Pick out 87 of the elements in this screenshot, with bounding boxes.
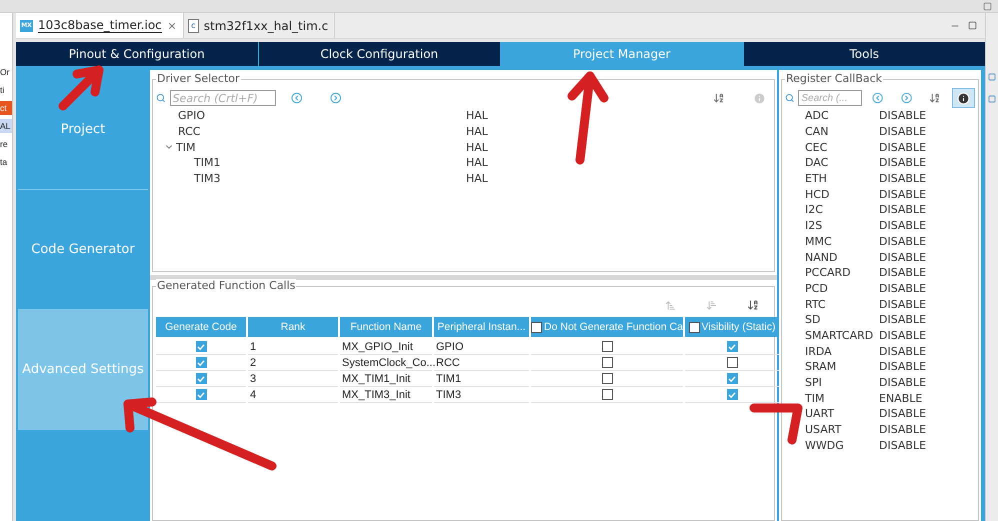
callback-state: DISABLE xyxy=(879,344,928,358)
callback-state: DISABLE xyxy=(879,423,928,436)
callback-state: DISABLE xyxy=(879,266,928,280)
peripheral-name: SRAM xyxy=(805,360,838,374)
peripheral-name: ADC xyxy=(805,109,830,122)
driver-name: RCC xyxy=(178,125,200,138)
driver-value: HAL xyxy=(466,172,489,186)
driver-value: HAL xyxy=(466,156,489,170)
panel-title: Register CallBack xyxy=(785,72,884,86)
callback-state: DISABLE xyxy=(879,438,928,452)
peripheral-name: DAC xyxy=(805,156,830,170)
table-cell: TIM1 xyxy=(434,371,529,387)
table-cell: 3 xyxy=(248,371,338,387)
main-tab[interactable]: Pinout & Configuration xyxy=(16,42,258,66)
column-header[interactable]: Function Name xyxy=(340,317,432,337)
table-cell: MX_GPIO_Init xyxy=(340,339,432,355)
outline-text: AL xyxy=(0,119,12,133)
search-field[interactable]: Search (... xyxy=(798,90,862,106)
column-header[interactable]: Rank xyxy=(248,317,338,337)
outline-text: ta xyxy=(0,156,8,169)
table-cell: RCC xyxy=(434,355,529,371)
peripheral-name: UART xyxy=(805,407,836,420)
peripheral-name: I2C xyxy=(805,203,824,216)
table-cell: MX_TIM3_Init xyxy=(340,387,432,403)
callback-state: DISABLE xyxy=(879,188,928,201)
callback-state: DISABLE xyxy=(879,156,928,170)
table-cell: 1 xyxy=(248,339,338,355)
outline-text: ct xyxy=(0,101,12,115)
column-header[interactable]: Generate Code xyxy=(156,317,246,337)
c-file-icon: c xyxy=(188,18,199,32)
peripheral-name: SMARTCARD xyxy=(805,328,874,342)
outline-text: re xyxy=(0,138,9,151)
driver-name: TIM3 xyxy=(194,172,220,186)
table-cell: TIM3 xyxy=(434,387,529,403)
sidebar-item[interactable]: Advanced Settings xyxy=(18,310,148,430)
callback-state: DISABLE xyxy=(879,313,928,326)
driver-name: TIM1 xyxy=(194,156,220,170)
main-tab[interactable]: Clock Configuration xyxy=(258,42,500,66)
main-tab[interactable]: Tools xyxy=(744,42,985,66)
peripheral-name: WWDG xyxy=(805,438,845,452)
peripheral-name: SPI xyxy=(805,376,823,390)
callback-state: DISABLE xyxy=(879,328,928,342)
callback-state: DISABLE xyxy=(879,376,928,390)
column-header[interactable]: Peripheral Instan... xyxy=(434,317,529,337)
callback-state: DISABLE xyxy=(879,203,928,216)
peripheral-name: MMC xyxy=(805,234,833,248)
callback-state: DISABLE xyxy=(879,140,928,154)
peripheral-name: IRDA xyxy=(805,344,833,358)
outline-text: ti xyxy=(0,84,6,97)
peripheral-name: PCD xyxy=(805,282,829,295)
peripheral-name: HCD xyxy=(805,188,830,201)
peripheral-name: NAND xyxy=(805,250,838,264)
peripheral-name: TIM xyxy=(805,392,826,405)
column-header[interactable]: Do Not Generate Function Ca xyxy=(531,317,683,337)
outline-text: Or xyxy=(0,66,10,79)
column-header[interactable]: Visibility (Static) xyxy=(685,317,779,337)
callback-state: DISABLE xyxy=(879,125,928,138)
driver-value: HAL xyxy=(466,125,489,138)
table-cell: GPIO xyxy=(434,339,529,355)
callback-state: DISABLE xyxy=(879,250,928,264)
peripheral-name: CEC xyxy=(805,140,828,154)
callback-state: DISABLE xyxy=(879,360,928,374)
callback-state: DISABLE xyxy=(879,234,928,248)
peripheral-name: SD xyxy=(805,313,822,326)
callback-state: ENABLE xyxy=(879,392,924,405)
peripheral-name: PCCARD xyxy=(805,266,852,280)
callback-state: DISABLE xyxy=(879,109,928,122)
table-cell: 4 xyxy=(248,387,338,403)
peripheral-name: ETH xyxy=(805,172,828,186)
callback-state: DISABLE xyxy=(879,407,928,420)
driver-value: HAL xyxy=(466,140,489,154)
driver-name: TIM xyxy=(176,140,196,154)
peripheral-name: RTC xyxy=(805,298,827,311)
peripheral-name: USART xyxy=(805,423,842,436)
table-cell: SystemClock_Co... xyxy=(340,355,432,371)
callback-state: DISABLE xyxy=(879,172,928,186)
driver-name: GPIO xyxy=(178,109,206,122)
table-cell: MX_TIM1_Init xyxy=(340,371,432,387)
callback-state: DISABLE xyxy=(879,298,928,311)
callback-state: DISABLE xyxy=(879,282,928,295)
peripheral-name: CAN xyxy=(805,125,830,138)
editor-tab[interactable]: c stm32f1xx_hal_tim.c xyxy=(184,13,336,38)
search-field[interactable]: Search (Crtl+F) xyxy=(170,90,276,106)
driver-value: HAL xyxy=(466,109,489,122)
callback-state: DISABLE xyxy=(879,219,928,232)
peripheral-name: I2S xyxy=(805,219,824,232)
table-cell: 2 xyxy=(248,355,338,371)
